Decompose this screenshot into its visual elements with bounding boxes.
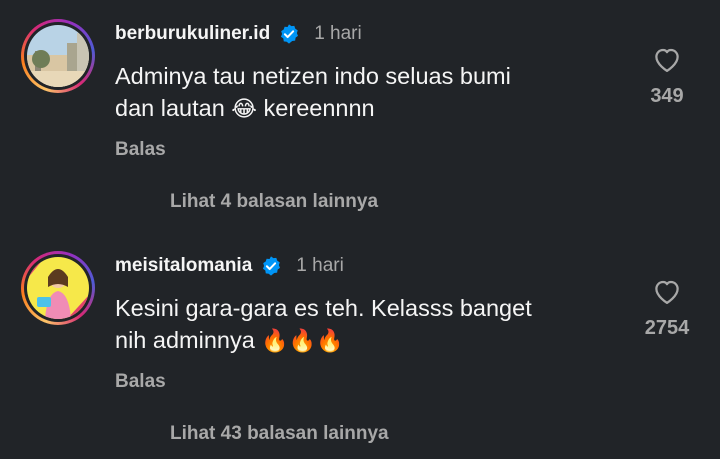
avatar-story-ring[interactable]	[21, 251, 95, 325]
person-avatar-icon	[27, 257, 89, 319]
heart-icon[interactable]	[652, 277, 682, 305]
reply-button[interactable]: Balas	[115, 139, 166, 161]
comment-text-segment: dan lautan	[115, 95, 232, 121]
comment-username[interactable]: berburukuliner.id	[115, 23, 270, 45]
comment-text-line: Adminya tau netizen indo seluas bumi	[115, 63, 511, 89]
reply-button[interactable]: Balas	[115, 371, 166, 393]
comment-text-line: Kesini gara-gara es teh. Kelasss banget	[115, 295, 532, 321]
view-more-replies-button[interactable]: Lihat 43 balasan lainnya	[170, 423, 389, 445]
comment-username[interactable]: meisitalomania	[115, 255, 252, 277]
avatar-story-ring[interactable]	[21, 19, 95, 93]
verified-badge-icon	[263, 256, 281, 276]
comment-timestamp: 1 hari	[314, 23, 362, 44]
view-more-replies-button[interactable]: Lihat 4 balasan lainnya	[170, 191, 378, 213]
fire-emoji-icon: 🔥🔥🔥	[261, 328, 344, 353]
comment-text-line: nih adminnya 🔥🔥🔥	[115, 324, 615, 357]
verified-badge-icon	[281, 24, 299, 44]
comment-text: Kesini gara-gara es teh. Kelasss banget …	[115, 292, 615, 357]
like-count: 349	[650, 85, 684, 107]
comment-timestamp: 1 hari	[296, 255, 344, 276]
laughing-emoji-icon: 😂	[231, 96, 258, 121]
cityscape-avatar-icon	[27, 25, 89, 87]
like-count: 2754	[644, 317, 690, 339]
comment-text-segment: kereennnn	[257, 95, 375, 121]
comment-text-segment: nih adminnya	[115, 327, 262, 353]
heart-icon[interactable]	[652, 45, 682, 73]
comment-text-line: dan lautan 😂 kereennnn	[115, 92, 615, 125]
comment-text: Adminya tau netizen indo seluas bumi dan…	[115, 60, 615, 125]
